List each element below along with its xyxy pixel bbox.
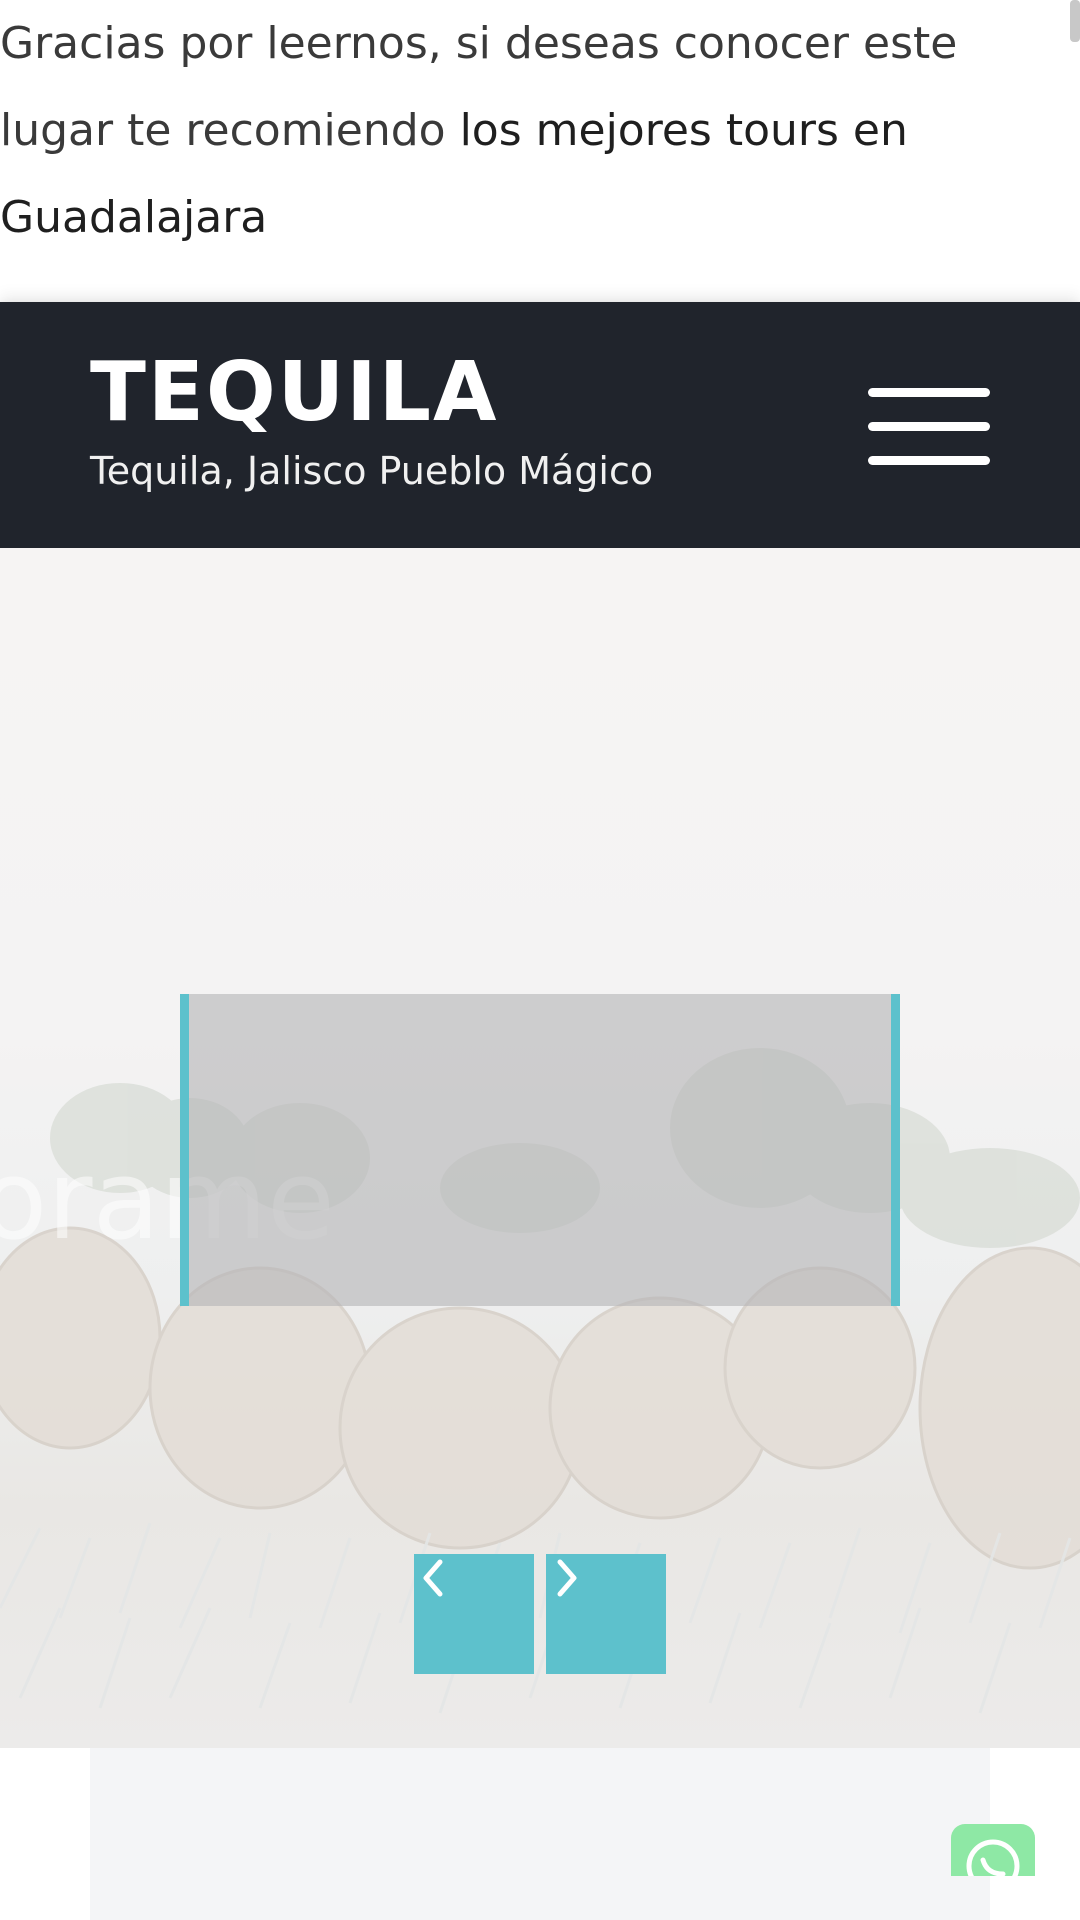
slide-caption-box xyxy=(180,994,900,1306)
chevron-left-icon xyxy=(423,1559,443,1597)
intro-paragraph: Gracias por leernos, si deseas conocer e… xyxy=(0,0,1060,261)
chevron-right-icon xyxy=(557,1559,577,1597)
slider-next-button[interactable] xyxy=(546,1554,666,1674)
site-title[interactable]: TEQUILA xyxy=(90,352,498,434)
site-tagline: Tequila, Jalisco Pueblo Mágico xyxy=(90,449,654,493)
whatsapp-icon xyxy=(966,1839,1020,1876)
slider-prev-button[interactable] xyxy=(414,1554,534,1674)
hero-slider: orame xyxy=(0,548,1080,1748)
content-card xyxy=(90,1748,990,1920)
hamburger-menu-icon[interactable] xyxy=(868,384,990,470)
page: Gracias por leernos, si deseas conocer e… xyxy=(0,0,1080,1920)
site-header: TEQUILA Tequila, Jalisco Pueblo Mágico xyxy=(0,302,1080,548)
scrollbar-thumb[interactable] xyxy=(1070,0,1080,42)
whatsapp-button[interactable] xyxy=(951,1824,1035,1876)
